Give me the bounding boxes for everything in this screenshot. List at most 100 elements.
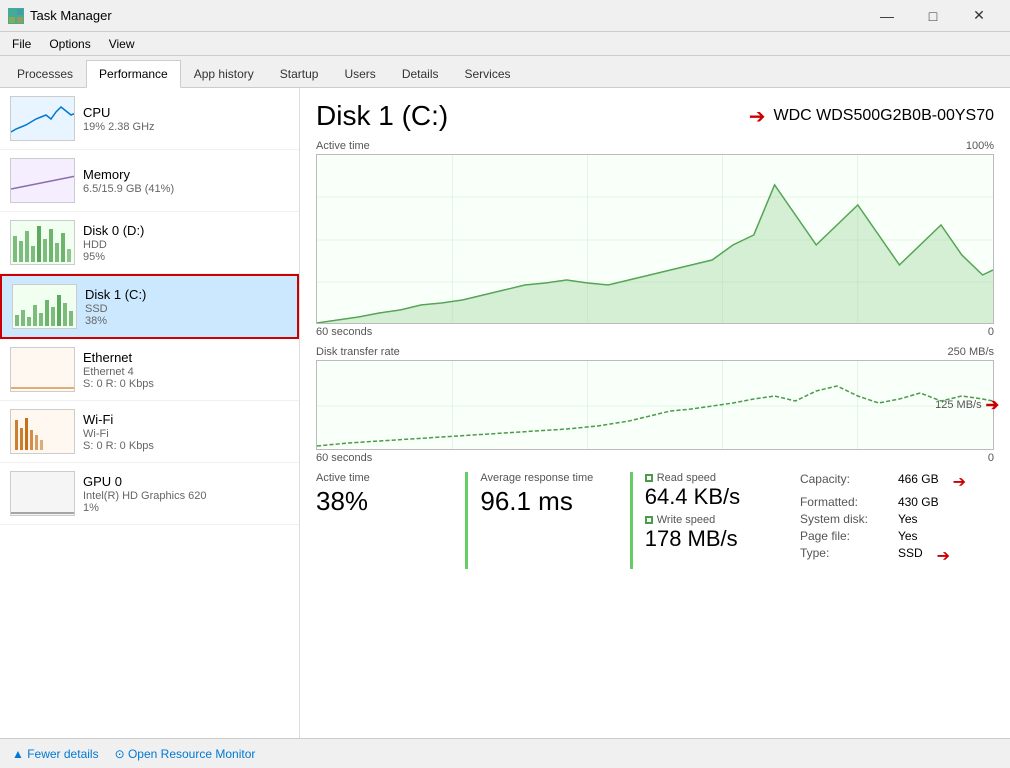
ethernet-info: Ethernet Ethernet 4 S: 0 R: 0 Kbps	[83, 350, 289, 390]
system-disk-row: System disk: Yes	[800, 512, 994, 526]
disk1-thumbnail	[12, 284, 77, 329]
tab-services[interactable]: Services	[452, 60, 524, 87]
open-resource-monitor-label[interactable]: ⊙ Open Resource Monitor	[115, 747, 256, 761]
active-time-stat-value: 38%	[316, 486, 445, 517]
formatted-row: Formatted: 430 GB	[800, 495, 994, 509]
disk-model-text: WDC WDS500G2B0B-00YS70	[773, 107, 994, 125]
sidebar: CPU 19% 2.38 GHz Memory 6.5/15.9 GB (41%…	[0, 88, 300, 738]
tab-app-history[interactable]: App history	[181, 60, 267, 87]
read-speed-dot	[645, 474, 653, 482]
tab-details[interactable]: Details	[389, 60, 452, 87]
wifi-name: Wi-Fi	[83, 412, 289, 427]
disk0-pct: 95%	[83, 251, 289, 263]
write-speed-stat: Write speed 178 MB/s	[645, 514, 800, 552]
app-icon	[8, 8, 24, 24]
tab-users[interactable]: Users	[331, 60, 388, 87]
sidebar-item-disk1[interactable]: Disk 1 (C:) SSD 38%	[0, 274, 299, 339]
active-time-chart	[316, 154, 994, 324]
wifi-speed: S: 0 R: 0 Kbps	[83, 440, 289, 452]
memory-name: Memory	[83, 167, 289, 182]
active-time-stat: Active time 38%	[316, 472, 465, 569]
cpu-thumbnail	[10, 96, 75, 141]
active-time-max: 100%	[966, 140, 994, 152]
ethernet-adapter: Ethernet 4	[83, 366, 289, 378]
main-content: CPU 19% 2.38 GHz Memory 6.5/15.9 GB (41%…	[0, 88, 1010, 738]
active-time-stat-label: Active time	[316, 472, 445, 484]
type-row: Type: SSD ➔	[800, 546, 994, 566]
window-title: Task Manager	[30, 8, 112, 23]
transfer-rate-label-row: Disk transfer rate 250 MB/s	[316, 346, 994, 358]
response-time-value: 96.1 ms	[480, 486, 609, 517]
menu-file[interactable]: File	[4, 35, 39, 53]
response-time-stat: Average response time 96.1 ms	[480, 472, 629, 569]
cpu-info: CPU 19% 2.38 GHz	[83, 105, 289, 133]
active-time-seconds: 60 seconds	[316, 326, 372, 338]
capacity-arrow-icon: ➔	[953, 472, 966, 492]
gpu-model: Intel(R) HD Graphics 620	[83, 490, 289, 502]
sidebar-item-ethernet[interactable]: Ethernet Ethernet 4 S: 0 R: 0 Kbps	[0, 339, 299, 401]
sidebar-item-disk0[interactable]: Disk 0 (D:) HDD 95%	[0, 212, 299, 274]
page-file-value: Yes	[898, 529, 918, 543]
menu-options[interactable]: Options	[41, 35, 98, 53]
content-header: Disk 1 (C:) ➔ WDC WDS500G2B0B-00YS70	[316, 100, 994, 132]
cpu-stats: 19% 2.38 GHz	[83, 121, 289, 133]
wifi-thumbnail	[10, 409, 75, 454]
memory-stats: 6.5/15.9 GB (41%)	[83, 183, 289, 195]
sidebar-item-gpu[interactable]: GPU 0 Intel(R) HD Graphics 620 1%	[0, 463, 299, 525]
disk0-type: HDD	[83, 239, 289, 251]
speed-stats: Read speed 64.4 KB/s Write speed 178 MB/…	[645, 472, 800, 569]
content-area: Disk 1 (C:) ➔ WDC WDS500G2B0B-00YS70 Act…	[300, 88, 1010, 738]
system-disk-value: Yes	[898, 512, 918, 526]
tab-processes[interactable]: Processes	[4, 60, 86, 87]
active-time-label-row: Active time 100%	[316, 140, 994, 152]
wifi-info: Wi-Fi Wi-Fi S: 0 R: 0 Kbps	[83, 412, 289, 452]
formatted-label: Formatted:	[800, 495, 890, 509]
gpu-pct: 1%	[83, 502, 289, 514]
formatted-value: 430 GB	[898, 495, 939, 509]
cpu-name: CPU	[83, 105, 289, 120]
sidebar-item-memory[interactable]: Memory 6.5/15.9 GB (41%)	[0, 150, 299, 212]
transfer-rate-bottom-row: 60 seconds 0	[316, 452, 994, 464]
title-bar-left: Task Manager	[8, 8, 112, 24]
active-time-bottom-row: 60 seconds 0	[316, 326, 994, 338]
disk1-type: SSD	[85, 303, 287, 315]
fewer-details-item[interactable]: ▲ Fewer details	[12, 747, 99, 761]
wifi-adapter: Wi-Fi	[83, 428, 289, 440]
menu-view[interactable]: View	[101, 35, 143, 53]
page-file-row: Page file: Yes	[800, 529, 994, 543]
maximize-button[interactable]: □	[910, 0, 956, 32]
type-value: SSD	[898, 546, 923, 566]
type-arrow-icon: ➔	[937, 546, 950, 566]
capacity-row: Capacity: 466 GB ➔	[800, 472, 994, 492]
close-button[interactable]: ✕	[956, 0, 1002, 32]
transfer-rate-max: 250 MB/s	[948, 346, 994, 358]
page-file-label: Page file:	[800, 529, 890, 543]
sidebar-item-wifi[interactable]: Wi-Fi Wi-Fi S: 0 R: 0 Kbps	[0, 401, 299, 463]
read-speed-label: Read speed	[645, 472, 800, 484]
tab-performance[interactable]: Performance	[86, 60, 181, 88]
fewer-details-label[interactable]: ▲ Fewer details	[12, 747, 99, 761]
ethernet-thumbnail	[10, 347, 75, 392]
capacity-label: Capacity:	[800, 472, 890, 492]
write-speed-label: Write speed	[645, 514, 800, 526]
stats-row: Active time 38% Average response time 96…	[316, 472, 994, 569]
open-resource-monitor-item[interactable]: ⊙ Open Resource Monitor	[115, 747, 256, 761]
disk0-thumbnail	[10, 220, 75, 265]
write-speed-divider	[630, 472, 633, 569]
menu-bar: File Options View	[0, 32, 1010, 56]
disk0-info: Disk 0 (D:) HDD 95%	[83, 223, 289, 263]
gpu-name: GPU 0	[83, 474, 289, 489]
minimize-button[interactable]: —	[864, 0, 910, 32]
capacity-value: 466 GB	[898, 472, 939, 492]
sidebar-item-cpu[interactable]: CPU 19% 2.38 GHz	[0, 88, 299, 150]
write-speed-dot	[645, 516, 653, 524]
title-bar: Task Manager — □ ✕	[0, 0, 1010, 32]
disk-info-block: Capacity: 466 GB ➔ Formatted: 430 GB Sys…	[800, 472, 994, 569]
tab-startup[interactable]: Startup	[267, 60, 332, 87]
transfer-rate-chart-section: Disk transfer rate 250 MB/s	[316, 346, 994, 464]
disk1-name: Disk 1 (C:)	[85, 287, 287, 302]
response-time-label: Average response time	[480, 472, 609, 484]
window-controls: — □ ✕	[864, 0, 1002, 32]
ethernet-name: Ethernet	[83, 350, 289, 365]
disk1-pct: 38%	[85, 315, 287, 327]
